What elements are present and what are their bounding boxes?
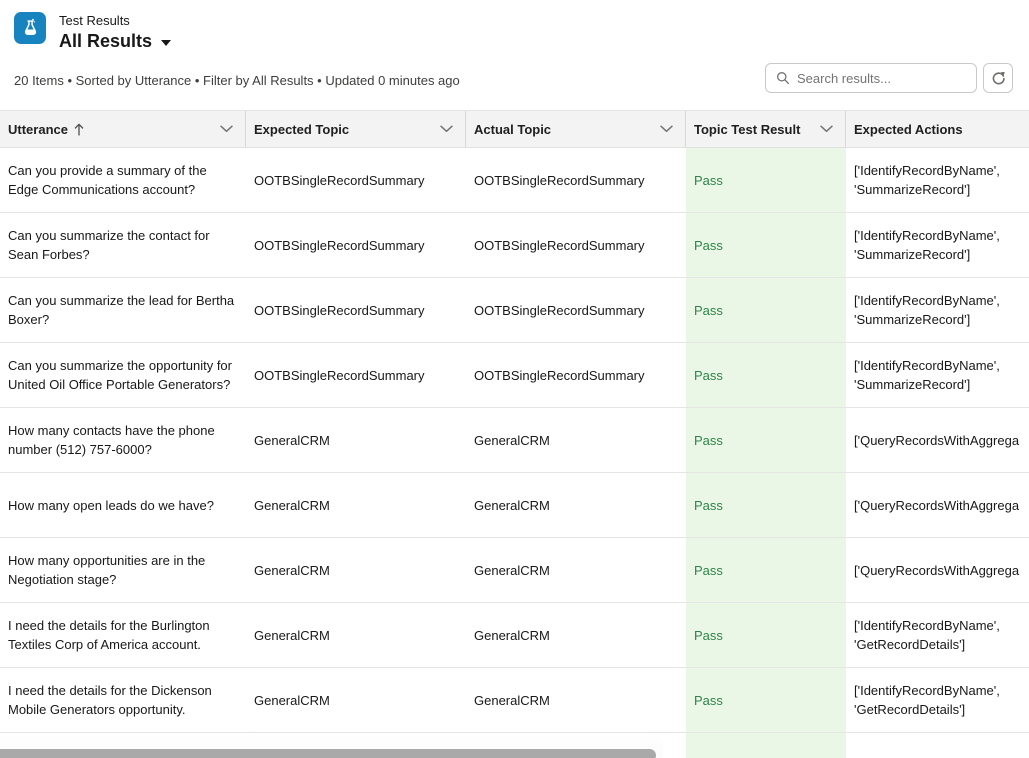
cell-expected-topic: GeneralCRM	[246, 538, 466, 602]
table-row[interactable]: Can you summarize the lead for Bertha Bo…	[0, 278, 1029, 343]
column-header-utterance[interactable]: Utterance	[0, 111, 246, 147]
cell-expected-actions: ['IdentifyRecordByName', 'GetRecordDetai…	[846, 603, 1029, 667]
table-row[interactable]: I need the details for the Dickenson Mob…	[0, 668, 1029, 733]
cell-utterance: Can you provide a summary of the Edge Co…	[0, 148, 246, 212]
cell-topic-test-result	[686, 733, 846, 758]
column-label: Utterance	[8, 122, 68, 137]
cell-expected-topic: OOTBSingleRecordSummary	[246, 278, 466, 342]
view-label: All Results	[59, 31, 152, 52]
cell-topic-test-result: Pass	[686, 668, 846, 732]
test-results-list-view: Test Results All Results 20 Items • Sort…	[0, 0, 1029, 758]
cell-actual-topic: OOTBSingleRecordSummary	[466, 213, 686, 277]
cell-utterance: I need the details for the Dickenson Mob…	[0, 668, 246, 732]
cell-expected-actions: ['IdentifyRecordByName', 'SummarizeRecor…	[846, 213, 1029, 277]
cell-expected-actions: ['QueryRecordsWithAggrega	[846, 473, 1029, 537]
cell-actual-topic: GeneralCRM	[466, 538, 686, 602]
column-label: Topic Test Result	[694, 122, 800, 137]
column-label: Expected Topic	[254, 122, 349, 137]
cell-expected-topic: GeneralCRM	[246, 473, 466, 537]
column-menu-chevron-icon[interactable]	[220, 125, 233, 133]
cell-utterance: I need the details for the Burlington Te…	[0, 603, 246, 667]
cell-utterance: How many opportunities are in the Negoti…	[0, 538, 246, 602]
cell-expected-actions: ['IdentifyRecordByName', 'SummarizeRecor…	[846, 148, 1029, 212]
cell-utterance: How many contacts have the phone number …	[0, 408, 246, 472]
search-box[interactable]	[765, 63, 977, 93]
cell-utterance: Can you summarize the opportunity for Un…	[0, 343, 246, 407]
refresh-icon	[991, 71, 1006, 86]
cell-topic-test-result: Pass	[686, 343, 846, 407]
cell-topic-test-result: Pass	[686, 473, 846, 537]
cell-topic-test-result: Pass	[686, 213, 846, 277]
column-label: Actual Topic	[474, 122, 551, 137]
sort-ascending-icon	[74, 123, 84, 136]
table-header-row: Utterance Expected Topic	[0, 110, 1029, 148]
table-row[interactable]: Can you summarize the opportunity for Un…	[0, 343, 1029, 408]
cell-expected-actions: ['QueryRecordsWithAggrega	[846, 408, 1029, 472]
cell-expected-topic: OOTBSingleRecordSummary	[246, 213, 466, 277]
column-header-expected-actions[interactable]: Expected Actions	[846, 111, 1029, 147]
column-header-topic-test-result[interactable]: Topic Test Result	[686, 111, 846, 147]
cell-topic-test-result: Pass	[686, 408, 846, 472]
table-row[interactable]: How many contacts have the phone number …	[0, 408, 1029, 473]
cell-actual-topic: GeneralCRM	[466, 408, 686, 472]
cell-expected-topic: GeneralCRM	[246, 668, 466, 732]
column-menu-chevron-icon[interactable]	[820, 125, 833, 133]
cell-expected-actions: ['IdentifyRecordByName', 'SummarizeRecor…	[846, 343, 1029, 407]
column-label: Expected Actions	[854, 122, 963, 137]
cell-expected-topic: GeneralCRM	[246, 408, 466, 472]
cell-topic-test-result: Pass	[686, 148, 846, 212]
column-header-expected-topic[interactable]: Expected Topic	[246, 111, 466, 147]
cell-expected-actions: ['IdentifyRecordByName', 'SummarizeRecor…	[846, 278, 1029, 342]
list-summary: 20 Items • Sorted by Utterance • Filter …	[14, 73, 460, 88]
table-row[interactable]: How many open leads do we have? GeneralC…	[0, 473, 1029, 538]
column-menu-chevron-icon[interactable]	[440, 125, 453, 133]
cell-actual-topic: GeneralCRM	[466, 668, 686, 732]
table-row[interactable]: Can you summarize the contact for Sean F…	[0, 213, 1029, 278]
column-menu-chevron-icon[interactable]	[660, 125, 673, 133]
cell-actual-topic: OOTBSingleRecordSummary	[466, 148, 686, 212]
title-block: Test Results All Results	[59, 13, 171, 52]
search-icon	[776, 71, 790, 85]
cell-actual-topic: OOTBSingleRecordSummary	[466, 278, 686, 342]
cell-expected-topic: OOTBSingleRecordSummary	[246, 148, 466, 212]
list-view-selector[interactable]: All Results	[59, 31, 171, 52]
page-header: Test Results All Results 20 Items • Sort…	[0, 0, 1029, 110]
table-row[interactable]: Can you provide a summary of the Edge Co…	[0, 148, 1029, 213]
cell-topic-test-result: Pass	[686, 538, 846, 602]
search-input[interactable]	[797, 71, 966, 86]
cell-expected-topic: OOTBSingleRecordSummary	[246, 343, 466, 407]
cell-utterance: Can you summarize the lead for Bertha Bo…	[0, 278, 246, 342]
dropdown-caret-icon	[161, 40, 171, 46]
cell-topic-test-result: Pass	[686, 603, 846, 667]
table-row[interactable]: How many opportunities are in the Negoti…	[0, 538, 1029, 603]
object-label: Test Results	[59, 13, 171, 29]
cell-expected-topic: GeneralCRM	[246, 603, 466, 667]
cell-actual-topic: OOTBSingleRecordSummary	[466, 343, 686, 407]
results-table: Utterance Expected Topic	[0, 110, 1029, 758]
flask-icon	[14, 12, 46, 44]
table-row[interactable]: I need the details for the Burlington Te…	[0, 603, 1029, 668]
cell-actual-topic: GeneralCRM	[466, 473, 686, 537]
cell-utterance: How many open leads do we have?	[0, 473, 246, 537]
cell-utterance: Can you summarize the contact for Sean F…	[0, 213, 246, 277]
cell-expected-actions: ['IdentifyRecordByName',	[846, 733, 1029, 758]
cell-expected-actions: ['QueryRecordsWithAggrega	[846, 538, 1029, 602]
table-body: Can you provide a summary of the Edge Co…	[0, 148, 1029, 758]
horizontal-scrollbar	[0, 734, 663, 758]
cell-topic-test-result: Pass	[686, 278, 846, 342]
refresh-button[interactable]	[983, 63, 1013, 93]
cell-actual-topic: GeneralCRM	[466, 603, 686, 667]
horizontal-scrollbar-thumb[interactable]	[0, 749, 656, 758]
cell-expected-actions: ['IdentifyRecordByName', 'GetRecordDetai…	[846, 668, 1029, 732]
column-header-actual-topic[interactable]: Actual Topic	[466, 111, 686, 147]
